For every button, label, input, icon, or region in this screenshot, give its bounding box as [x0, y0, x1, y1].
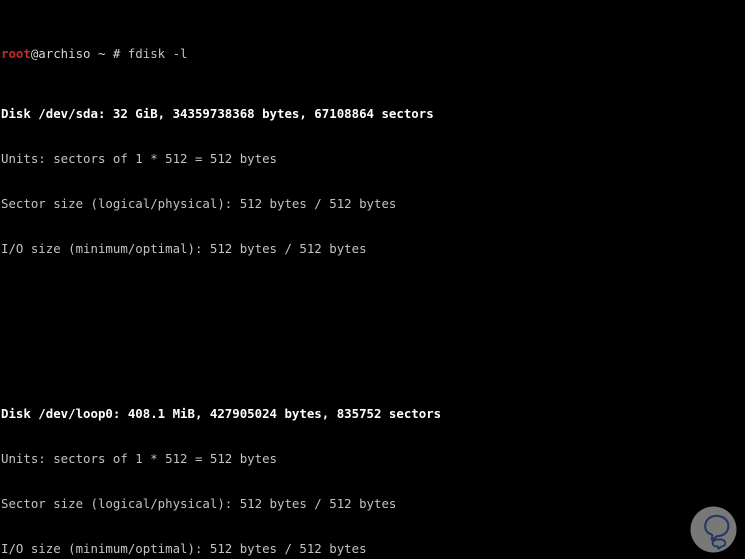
output-line-loop0-units: Units: sectors of 1 * 512 = 512 bytes [1, 451, 278, 466]
prompt-user: root [1, 46, 31, 61]
output-line-sda-units: Units: sectors of 1 * 512 = 512 bytes [1, 151, 278, 166]
output-line-sda-sector-size: Sector size (logical/physical): 512 byte… [1, 196, 397, 211]
output-line-sda-disk: Disk /dev/sda: 32 GiB, 34359738368 bytes… [1, 106, 434, 121]
output-line-loop0-sector-size: Sector size (logical/physical): 512 byte… [1, 496, 397, 511]
prompt-path: ~ # [90, 46, 128, 61]
terminal-output[interactable]: root@archiso ~ # fdisk -l Disk /dev/sda:… [0, 0, 745, 559]
speech-bubble-logo-icon [690, 506, 737, 553]
typed-command: fdisk -l [127, 46, 188, 61]
terminal-screen: root@archiso ~ # fdisk -l Disk /dev/sda:… [0, 0, 745, 559]
output-line-loop0-io-size: I/O size (minimum/optimal): 512 bytes / … [1, 541, 367, 556]
watermark-logo [690, 506, 737, 553]
output-line-sda-io-size: I/O size (minimum/optimal): 512 bytes / … [1, 241, 367, 256]
output-line-loop0-disk: Disk /dev/loop0: 408.1 MiB, 427905024 by… [1, 406, 442, 421]
prompt-line-command: root@archiso ~ # fdisk -l [1, 46, 745, 61]
prompt-host: @archiso [30, 46, 91, 61]
